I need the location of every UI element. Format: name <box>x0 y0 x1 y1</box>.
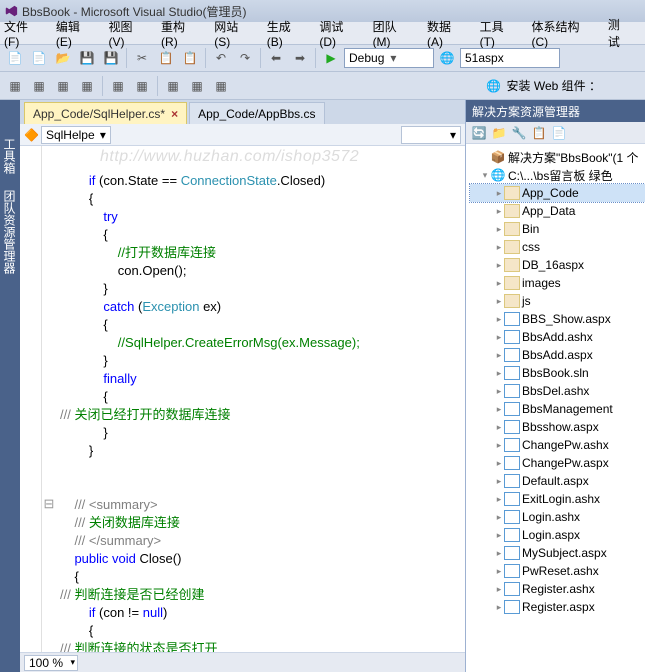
tree-node[interactable]: ▸Register.ashx <box>470 580 645 598</box>
save-icon[interactable]: 💾 <box>76 47 98 69</box>
doc-tab[interactable]: App_Code/AppBbs.cs <box>189 102 324 124</box>
install-web-label: 安装 Web 组件 ： <box>507 77 601 94</box>
tree-node[interactable]: ▸BbsAdd.ashx <box>470 328 645 346</box>
tree-node[interactable]: ▸Bbsshow.aspx <box>470 418 645 436</box>
tree-node[interactable]: ▸App_Code <box>470 184 645 202</box>
tree-node[interactable]: ▸App_Data <box>470 202 645 220</box>
t2-icon[interactable]: ▦ <box>210 75 232 97</box>
tree-node[interactable]: ▸ChangePw.ashx <box>470 436 645 454</box>
menu-item[interactable]: 视图(V) <box>108 18 147 49</box>
web-component-icon[interactable]: 🌐 <box>483 75 505 97</box>
toolbar-secondary: ▦ ▦ ▦ ▦ ▦ ▦ ▦ ▦ ▦ 🌐 安装 Web 组件 ： <box>0 72 645 100</box>
t2-icon[interactable]: ▦ <box>131 75 153 97</box>
config-select[interactable]: Debug <box>344 48 434 68</box>
menu-item[interactable]: 数据(A) <box>427 18 466 49</box>
class-dropdown[interactable]: SqlHelpe <box>41 126 111 144</box>
side-tabs: 工具箱团队资源管理器 <box>0 100 20 672</box>
tree-node[interactable]: ▸MySubject.aspx <box>470 544 645 562</box>
tree-node[interactable]: ▸Default.aspx <box>470 472 645 490</box>
menu-bar[interactable]: 文件(F)编辑(E)视图(V)重构(R)网站(S)生成(B)调试(D)团队(M)… <box>0 22 645 44</box>
toolbar-main: 📄 📄 📂 💾 💾 ✂ 📋 📋 ↶ ↷ ⬅ ➡ ▶ Debug 🌐 51aspx <box>0 44 645 72</box>
tree-node[interactable]: ▸Bin <box>470 220 645 238</box>
menu-item[interactable]: 网站(S) <box>214 18 253 49</box>
cut-icon[interactable]: ✂ <box>131 47 153 69</box>
tree-node[interactable]: ▸BbsAdd.aspx <box>470 346 645 364</box>
side-tab[interactable]: 团队资源管理器 <box>0 182 20 282</box>
tree-node[interactable]: ▸css <box>470 238 645 256</box>
tree-node[interactable]: ▸ChangePw.aspx <box>470 454 645 472</box>
search-input[interactable]: 51aspx <box>460 48 560 68</box>
menu-item[interactable]: 生成(B) <box>267 18 306 49</box>
new-project-icon[interactable]: 📄 <box>4 47 26 69</box>
tree-node[interactable]: 📦解决方案"BbsBook"(1 个 <box>470 148 645 166</box>
member-dropdown[interactable] <box>401 126 461 144</box>
menu-item[interactable]: 编辑(E) <box>56 18 95 49</box>
menu-item[interactable]: 重构(R) <box>161 18 200 49</box>
redo-icon[interactable]: ↷ <box>234 47 256 69</box>
zoom-select[interactable]: 100 % <box>24 655 78 671</box>
doc-tab[interactable]: App_Code/SqlHelper.cs*× <box>24 102 187 124</box>
tree-node[interactable]: ▸BbsManagement <box>470 400 645 418</box>
side-tab[interactable]: 工具箱 <box>0 130 20 182</box>
t2-icon[interactable]: ▦ <box>52 75 74 97</box>
tree-node[interactable]: ▸Login.aspx <box>470 526 645 544</box>
prop-icon[interactable]: 🔧 <box>510 124 528 142</box>
menu-item[interactable]: 文件(F) <box>4 18 42 49</box>
close-icon[interactable]: × <box>171 107 178 121</box>
gutter <box>20 146 42 652</box>
t2-icon[interactable]: ▦ <box>28 75 50 97</box>
add-item-icon[interactable]: 📄 <box>28 47 50 69</box>
refresh-icon[interactable]: 🔄 <box>470 124 488 142</box>
menu-item[interactable]: 调试(D) <box>319 18 358 49</box>
menu-item[interactable]: 体系结构(C) <box>532 18 594 49</box>
nav-back-icon[interactable]: ⬅ <box>265 47 287 69</box>
tree-node[interactable]: ▸BbsDel.ashx <box>470 382 645 400</box>
code-editor[interactable]: http://www.huzhan.com/ishop3572 ⊟ if (co… <box>20 146 465 652</box>
t2-icon[interactable]: ▦ <box>4 75 26 97</box>
tree-node[interactable]: ▸Register.aspx <box>470 598 645 616</box>
solution-explorer: 解决方案资源管理器 🔄 📁 🔧 📋 📄 📦解决方案"BbsBook"(1 个▾🌐… <box>465 100 645 672</box>
status-bar: 100 % <box>20 652 465 672</box>
explorer-toolbar: 🔄 📁 🔧 📋 📄 <box>466 122 645 144</box>
menu-item[interactable]: 工具(T) <box>480 18 518 49</box>
solution-tree[interactable]: 📦解决方案"BbsBook"(1 个▾🌐C:\...\bs留言板 绿色 ▸App… <box>466 144 645 672</box>
view-code-icon[interactable]: 📄 <box>550 124 568 142</box>
code-content[interactable]: if (con.State == ConnectionState.Closed)… <box>56 146 465 652</box>
tree-node[interactable]: ▸images <box>470 274 645 292</box>
nest-icon[interactable]: 📁 <box>490 124 508 142</box>
explorer-title: 解决方案资源管理器 <box>466 100 645 122</box>
menu-item[interactable]: 团队(M) <box>373 18 413 49</box>
tree-node[interactable]: ▸Login.ashx <box>470 508 645 526</box>
t2-icon[interactable]: ▦ <box>162 75 184 97</box>
menu-item[interactable]: 测试 <box>608 16 631 50</box>
show-all-icon[interactable]: 📋 <box>530 124 548 142</box>
code-toolbar: 🔶 SqlHelpe <box>20 124 465 146</box>
nav-fwd-icon[interactable]: ➡ <box>289 47 311 69</box>
open-icon[interactable]: 📂 <box>52 47 74 69</box>
paste-icon[interactable]: 📋 <box>179 47 201 69</box>
doc-tabs: App_Code/SqlHelper.cs*×App_Code/AppBbs.c… <box>20 100 465 124</box>
outline[interactable]: ⊟ <box>42 146 56 652</box>
tree-node[interactable]: ▸ExitLogin.ashx <box>470 490 645 508</box>
vs-icon <box>4 4 18 18</box>
tree-node[interactable]: ▸DB_16aspx <box>470 256 645 274</box>
browser-icon[interactable]: 🌐 <box>436 47 458 69</box>
start-icon[interactable]: ▶ <box>320 47 342 69</box>
t2-icon[interactable]: ▦ <box>186 75 208 97</box>
copy-icon[interactable]: 📋 <box>155 47 177 69</box>
t2-icon[interactable]: ▦ <box>107 75 129 97</box>
save-all-icon[interactable]: 💾 <box>100 47 122 69</box>
t2-icon[interactable]: ▦ <box>76 75 98 97</box>
tree-node[interactable]: ▾🌐C:\...\bs留言板 绿色 <box>470 166 645 184</box>
undo-icon[interactable]: ↶ <box>210 47 232 69</box>
class-icon: 🔶 <box>24 128 39 142</box>
tree-node[interactable]: ▸BbsBook.sln <box>470 364 645 382</box>
tree-node[interactable]: ▸BBS_Show.aspx <box>470 310 645 328</box>
tree-node[interactable]: ▸PwReset.ashx <box>470 562 645 580</box>
tree-node[interactable]: ▸js <box>470 292 645 310</box>
